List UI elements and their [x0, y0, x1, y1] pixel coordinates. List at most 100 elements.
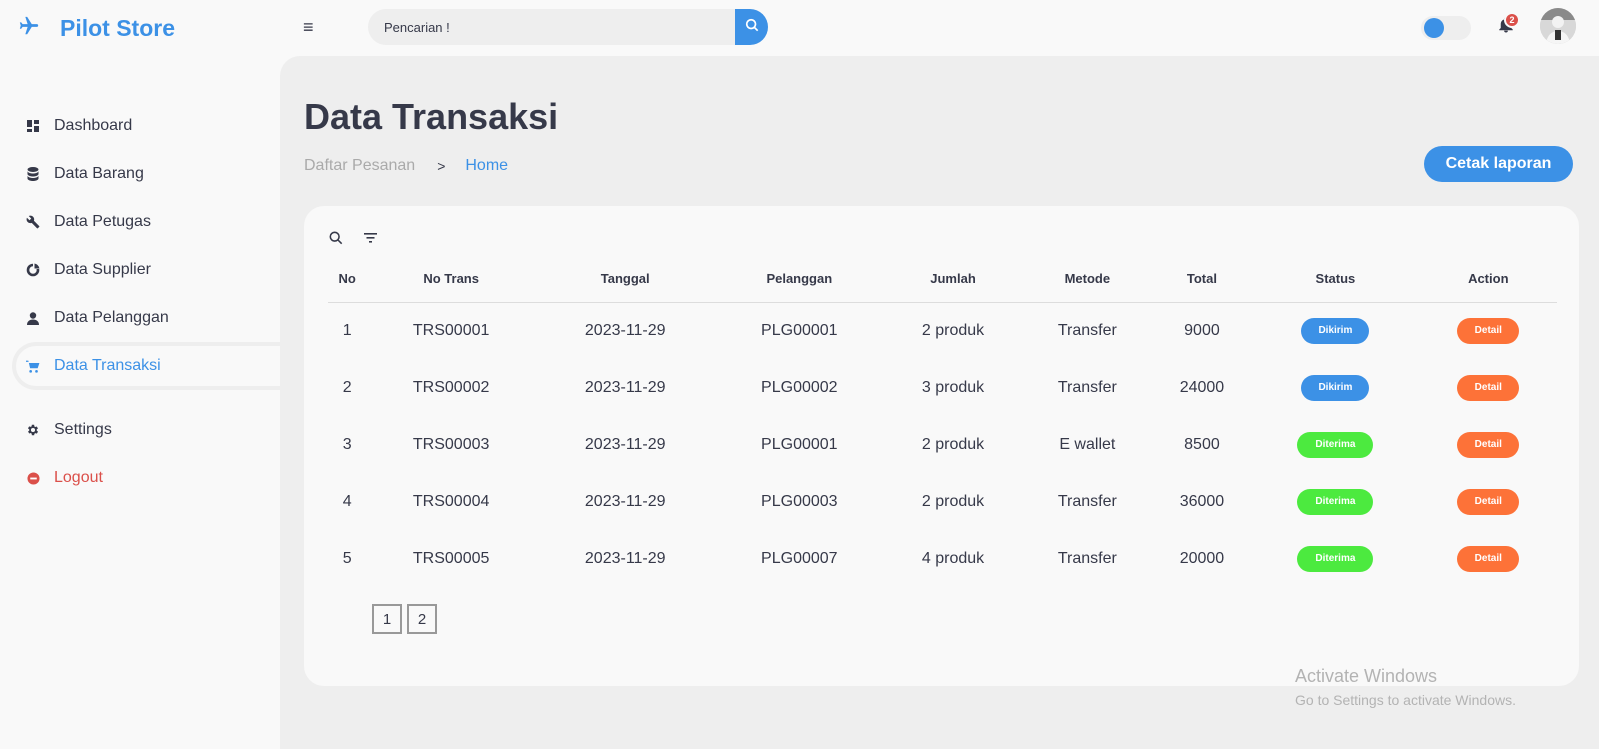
column-header: No	[328, 256, 367, 303]
status-badge: Dikirim	[1301, 317, 1370, 344]
cell-method: Transfer	[1057, 321, 1117, 339]
transaction-table-card: No No Trans Tanggal Pelanggan Jumlah Met…	[304, 206, 1579, 686]
sidebar-item-label: Data Petugas	[54, 213, 151, 230]
cell-total: 9000	[1184, 321, 1220, 339]
sidebar-item-data-pelanggan[interactable]: Data Pelanggan	[12, 294, 280, 342]
cell-total: 8500	[1184, 435, 1220, 453]
cell-action: Detail	[1420, 473, 1557, 530]
detail-button[interactable]: Detail	[1457, 374, 1520, 401]
cell-method: Transfer	[1057, 492, 1117, 510]
breadcrumb-item[interactable]: Daftar Pesanan	[304, 157, 415, 175]
status-badge: Diterima	[1297, 488, 1374, 515]
brand-name: Pilot Store	[60, 14, 176, 41]
sidebar-menu: Dashboard Data Barang Data Petugas Data …	[0, 102, 280, 390]
cell-status: Diterima	[1251, 530, 1419, 587]
theme-toggle[interactable]	[1421, 16, 1471, 40]
sidebar-item-data-petugas[interactable]: Data Petugas	[12, 198, 280, 246]
database-icon	[26, 167, 40, 181]
cell-qty: 2 produk	[921, 435, 985, 453]
cell-method: Transfer	[1057, 378, 1117, 396]
pagination: 1 2	[372, 604, 437, 634]
sidebar-item-data-transaksi[interactable]: Data Transaksi	[12, 342, 280, 390]
cell-date: 2023-11-29	[584, 435, 666, 453]
cell-trans: TRS00005	[412, 549, 490, 567]
sidebar-bottom-menu: Settings Logout	[0, 406, 280, 502]
table-row: 5 TRS00005 2023-11-29 PLG00007 4 produk …	[328, 530, 1557, 587]
page-button-2[interactable]: 2	[407, 604, 437, 634]
search-input[interactable]	[368, 9, 735, 45]
search-icon	[745, 18, 759, 37]
cell-no: 2	[342, 378, 352, 396]
cell-method: E wallet	[1059, 435, 1116, 453]
cell-date: 2023-11-29	[584, 549, 666, 567]
cell-date: 2023-11-29	[584, 492, 666, 510]
sidebar-item-settings[interactable]: Settings	[12, 406, 280, 454]
column-header: Total	[1152, 256, 1252, 303]
column-header: Action	[1419, 256, 1557, 303]
cell-qty: 2 produk	[921, 492, 985, 510]
status-badge: Dikirim	[1301, 374, 1370, 401]
search-icon[interactable]	[328, 230, 344, 246]
chevron-right-icon: >	[437, 158, 446, 174]
cell-qty: 4 produk	[921, 549, 985, 567]
filter-icon[interactable]	[362, 230, 378, 246]
table-row: 4 TRS00004 2023-11-29 PLG00003 2 produk …	[328, 473, 1557, 530]
sidebar-item-data-supplier[interactable]: Data Supplier	[12, 246, 280, 294]
cell-customer: PLG00007	[761, 549, 838, 567]
main-content: Data Transaksi Daftar Pesanan > Home Cet…	[280, 56, 1599, 749]
detail-button[interactable]: Detail	[1457, 488, 1520, 515]
toggle-knob	[1424, 18, 1444, 38]
cart-icon	[26, 359, 40, 373]
cell-qty: 3 produk	[921, 378, 985, 396]
cell-method: Transfer	[1057, 549, 1117, 567]
cell-status: Dikirim	[1251, 302, 1419, 359]
cell-trans: TRS00003	[412, 435, 490, 453]
cell-action: Detail	[1420, 416, 1557, 473]
sidebar-item-label: Dashboard	[54, 117, 133, 134]
cell-no: 1	[342, 321, 352, 339]
sidebar-item-logout[interactable]: Logout	[12, 454, 280, 502]
table-tools	[328, 230, 378, 246]
cell-date: 2023-11-29	[584, 321, 666, 339]
column-header: Metode	[1022, 256, 1153, 303]
sidebar-item-label: Data Supplier	[54, 261, 151, 278]
wrench-icon	[26, 215, 40, 229]
search-form	[368, 9, 768, 45]
cell-status: Dikirim	[1251, 359, 1419, 416]
cell-total: 24000	[1179, 378, 1225, 396]
search-button[interactable]	[735, 9, 768, 45]
cell-customer: PLG00001	[761, 435, 838, 453]
column-header: Jumlah	[884, 256, 1022, 303]
pie-chart-icon	[26, 263, 40, 277]
sidebar: Dashboard Data Barang Data Petugas Data …	[0, 56, 280, 749]
detail-button[interactable]: Detail	[1457, 431, 1520, 458]
page-button-1[interactable]: 1	[372, 604, 402, 634]
breadcrumb-item-active[interactable]: Home	[465, 157, 508, 175]
brand[interactable]: Pilot Store	[18, 12, 175, 44]
sidebar-item-dashboard[interactable]: Dashboard	[12, 102, 280, 150]
menu-toggle-icon[interactable]: ≡	[303, 18, 314, 36]
cell-customer: PLG00002	[761, 378, 838, 396]
cell-status: Diterima	[1251, 473, 1419, 530]
cell-total: 20000	[1179, 549, 1225, 567]
user-icon	[26, 311, 40, 325]
table-row: 2 TRS00002 2023-11-29 PLG00002 3 produk …	[328, 359, 1557, 416]
cell-total: 36000	[1179, 492, 1225, 510]
sidebar-item-label: Logout	[54, 469, 103, 486]
sidebar-item-label: Data Transaksi	[54, 357, 161, 374]
cell-no: 3	[342, 435, 352, 453]
sidebar-item-data-barang[interactable]: Data Barang	[12, 150, 280, 198]
watermark-subtitle: Go to Settings to activate Windows.	[1295, 692, 1516, 708]
cell-no: 4	[342, 492, 352, 510]
print-report-button[interactable]: Cetak laporan	[1424, 146, 1573, 182]
airplane-icon	[18, 15, 40, 42]
detail-button[interactable]: Detail	[1457, 545, 1520, 572]
transaction-table: No No Trans Tanggal Pelanggan Jumlah Met…	[328, 256, 1557, 587]
cell-trans: TRS00002	[412, 378, 490, 396]
table-row: 3 TRS00003 2023-11-29 PLG00001 2 produk …	[328, 416, 1557, 473]
column-header: Tanggal	[535, 256, 715, 303]
detail-button[interactable]: Detail	[1457, 317, 1520, 344]
status-badge: Diterima	[1297, 431, 1374, 458]
table-header-row: No No Trans Tanggal Pelanggan Jumlah Met…	[328, 256, 1557, 303]
avatar[interactable]	[1540, 8, 1576, 44]
